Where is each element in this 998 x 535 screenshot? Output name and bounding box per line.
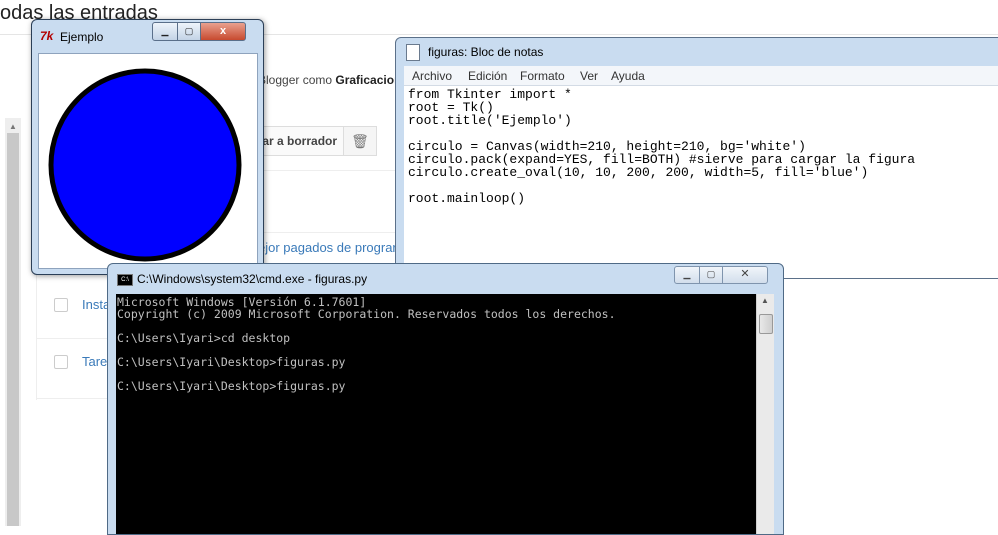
menu-ayuda[interactable]: Ayuda bbox=[611, 69, 645, 83]
menu-ver[interactable]: Ver bbox=[580, 69, 598, 83]
blogger-author-line: Blogger como Graficacion bbox=[258, 73, 401, 87]
post-title-link[interactable]: Insta bbox=[82, 297, 110, 312]
scrollbar-thumb[interactable] bbox=[759, 314, 773, 334]
window-title: C:\Windows\system32\cmd.exe - figuras.py bbox=[137, 272, 368, 286]
maximize-button[interactable]: ▢ bbox=[177, 22, 201, 41]
close-button[interactable]: ✕ bbox=[722, 266, 768, 284]
cmd-window[interactable]: C:\ C:\Windows\system32\cmd.exe - figura… bbox=[107, 263, 784, 535]
blogger-name: Graficacion bbox=[335, 73, 402, 87]
tk-canvas-area[interactable] bbox=[38, 53, 258, 269]
notepad-window[interactable]: figuras: Bloc de notas Archivo Edición F… bbox=[395, 37, 998, 279]
canvas bbox=[48, 68, 242, 262]
window-title: Ejemplo bbox=[60, 30, 104, 44]
cmd-icon: C:\ bbox=[117, 274, 133, 286]
menu-archivo[interactable]: Archivo bbox=[412, 69, 452, 83]
console-scrollbar[interactable]: ▲ bbox=[756, 294, 774, 534]
post-title-link[interactable]: ejor pagados de prograr bbox=[258, 240, 397, 255]
menu-edicion[interactable]: Edición bbox=[468, 69, 507, 83]
menu-bar: Archivo Edición Formato Ver Ayuda bbox=[404, 66, 998, 86]
menu-formato[interactable]: Formato bbox=[520, 69, 565, 83]
trash-icon[interactable]: 🗑 bbox=[343, 126, 377, 156]
post-checkbox[interactable] bbox=[54, 355, 68, 369]
maximize-button[interactable]: ▢ bbox=[699, 266, 723, 284]
tk-window[interactable]: 7k Ejemplo ▁ ▢ x bbox=[31, 19, 264, 275]
console-text: Microsoft Windows [Versión 6.1.7601] Cop… bbox=[117, 295, 616, 393]
page-scrollbar-thumb[interactable] bbox=[7, 133, 19, 526]
divider bbox=[36, 398, 116, 399]
post-checkbox[interactable] bbox=[54, 298, 68, 312]
scroll-up-icon[interactable]: ▲ bbox=[9, 122, 17, 131]
close-button[interactable]: x bbox=[200, 22, 246, 41]
code-text[interactable]: from Tkinter import * root = Tk() root.t… bbox=[408, 88, 915, 205]
post-title-link[interactable]: Tare bbox=[82, 354, 107, 369]
window-title: figuras: Bloc de notas bbox=[428, 45, 544, 59]
minimize-button[interactable]: ▁ bbox=[674, 266, 700, 284]
notepad-text-area[interactable]: from Tkinter import * root = Tk() root.t… bbox=[404, 86, 998, 278]
blue-circle bbox=[48, 68, 242, 262]
minimize-button[interactable]: ▁ bbox=[152, 22, 178, 41]
tk-feather-icon: 7k bbox=[40, 29, 54, 43]
notepad-icon bbox=[406, 44, 420, 61]
blogger-prefix: Blogger como bbox=[258, 73, 336, 87]
console-output[interactable]: Microsoft Windows [Versión 6.1.7601] Cop… bbox=[116, 294, 756, 534]
scroll-up-icon[interactable]: ▲ bbox=[761, 296, 769, 305]
divider bbox=[36, 338, 116, 339]
